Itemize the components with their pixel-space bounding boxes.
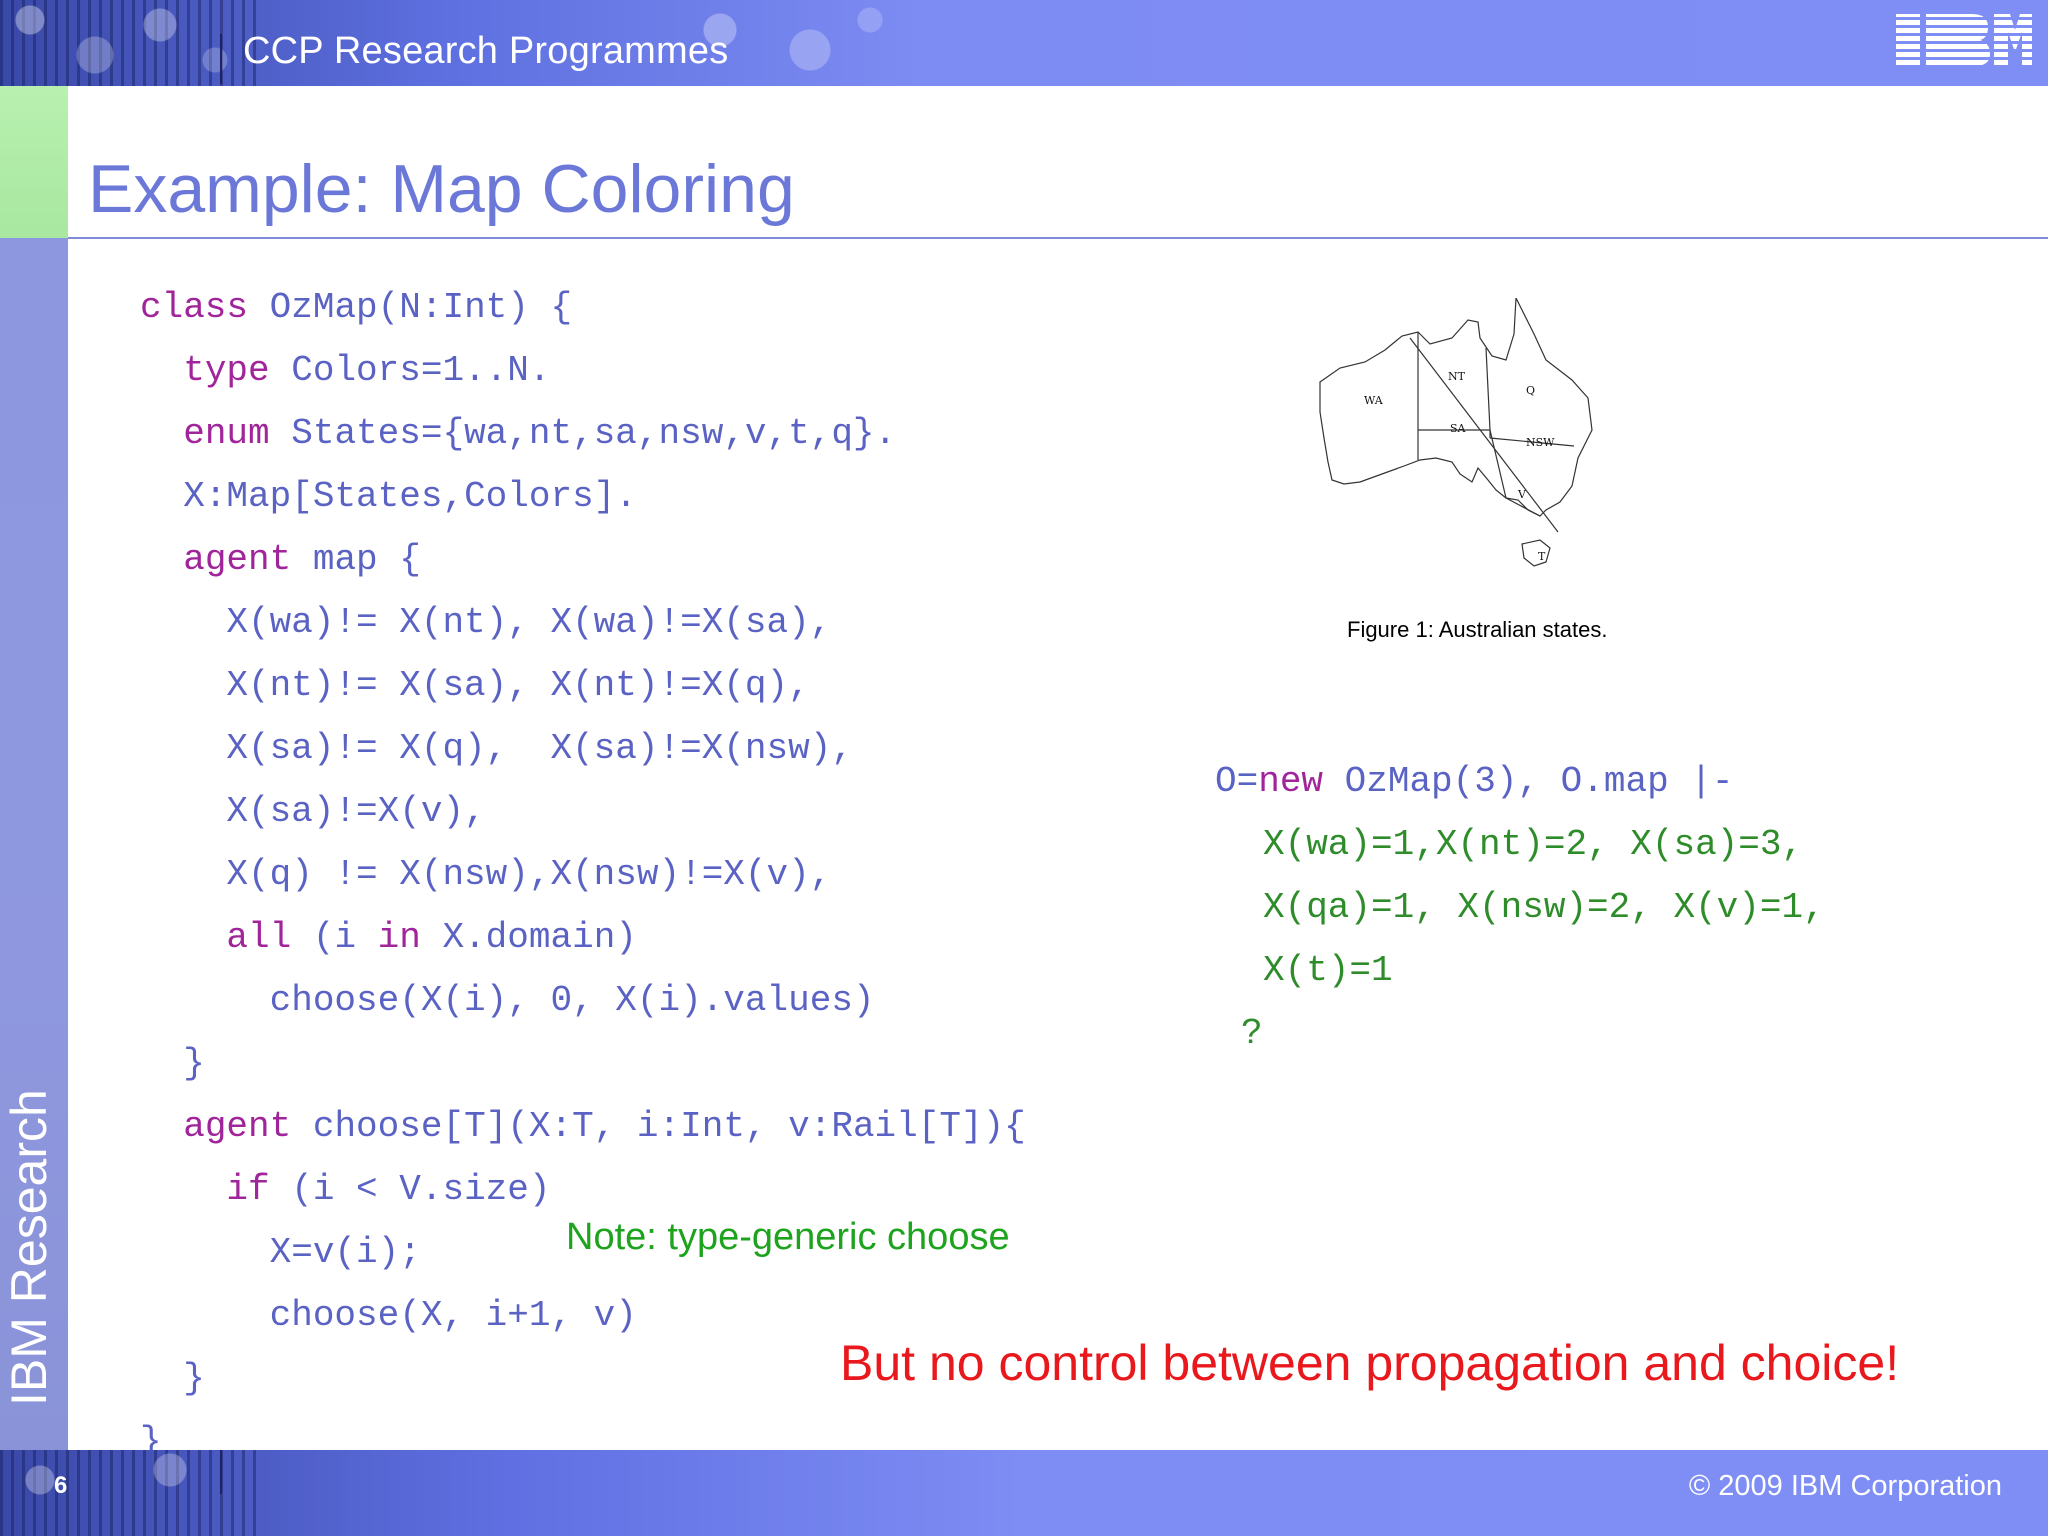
code-text: X(nt)!= X(sa), X(nt)!=X(q),	[226, 665, 810, 706]
code-line: choose(X(i), 0, X(i).values)	[140, 969, 1026, 1032]
code-text: choose[T](X:T, i:Int, v:Rail[T]){	[291, 1106, 1026, 1147]
code-line: type Colors=1..N.	[140, 339, 1026, 402]
code-text: X(q) != X(nsw),X(nsw)!=X(v),	[226, 854, 832, 895]
code-keyword: type	[183, 350, 270, 391]
code-text: (i < V.size)	[269, 1169, 551, 1210]
code-line: agent choose[T](X:T, i:Int, v:Rail[T]){	[140, 1095, 1026, 1158]
code-line: X(sa)!= X(q), X(sa)!=X(nsw),	[140, 717, 1026, 780]
code-line: X(nt)!= X(sa), X(nt)!=X(q),	[140, 654, 1026, 717]
code-text: X(sa)!=X(v),	[226, 791, 486, 832]
label-t: T	[1538, 550, 1546, 563]
query-block: O=new OzMap(3), O.map |- X(wa)=1,X(nt)=2…	[1215, 750, 1825, 1065]
copyright-text: © 2009 IBM Corporation	[1688, 1470, 2002, 1502]
code-block: class OzMap(N:Int) { type Colors=1..N. e…	[140, 276, 1026, 1473]
code-keyword: all	[226, 917, 292, 958]
code-text: map {	[291, 539, 421, 580]
label-nt: NT	[1448, 370, 1466, 383]
header-divider	[220, 34, 222, 84]
page-title: Example: Map Coloring	[88, 151, 795, 227]
code-keyword: agent	[183, 1106, 292, 1147]
query-line-2: X(wa)=1,X(nt)=2, X(sa)=3,	[1263, 824, 1804, 865]
query-text: OzMap(3), O.map |-	[1323, 761, 1734, 802]
australia-outline	[1319, 298, 1593, 517]
code-text: X(wa)!= X(nt), X(wa)!=X(sa),	[226, 602, 832, 643]
code-line: all (i in X.domain)	[140, 906, 1026, 969]
label-wa: WA	[1364, 394, 1384, 407]
border-sa-nsw	[1489, 429, 1507, 499]
query-keyword: new	[1258, 761, 1324, 802]
warning-text: But no control between propagation and c…	[840, 1335, 1900, 1391]
query-line-3: X(qa)=1, X(nsw)=2, X(v)=1,	[1263, 887, 1825, 928]
query-line-4: X(t)=1	[1263, 950, 1393, 991]
code-line: agent map {	[140, 528, 1026, 591]
code-text: }	[183, 1043, 205, 1084]
code-text: X:Map[States,Colors].	[183, 476, 637, 517]
code-keyword: in	[377, 917, 421, 958]
label-v: V	[1517, 488, 1527, 501]
code-line: }	[140, 1032, 1026, 1095]
code-line: X(sa)!=X(v),	[140, 780, 1026, 843]
label-q: Q	[1526, 384, 1535, 397]
query-text: O=	[1215, 761, 1259, 802]
code-keyword: class	[140, 287, 249, 328]
code-line: class OzMap(N:Int) {	[140, 276, 1026, 339]
code-text: choose(X, i+1, v)	[269, 1295, 637, 1336]
label-sa: SA	[1450, 422, 1467, 435]
footer-divider	[220, 1450, 222, 1494]
code-text: }	[183, 1358, 205, 1399]
code-text: X.domain)	[420, 917, 637, 958]
border-nt-q	[1485, 347, 1491, 438]
query-line-1: O=new OzMap(3), O.map |-	[1215, 750, 1825, 813]
left-accent-green	[0, 86, 68, 238]
query-line-5: ?	[1241, 1013, 1263, 1054]
code-line: X(q) != X(nsw),X(nsw)!=X(v),	[140, 843, 1026, 906]
code-text: choose(X(i), 0, X(i).values)	[269, 980, 875, 1021]
code-keyword: agent	[183, 539, 292, 580]
code-text: X(sa)!= X(q), X(sa)!=X(nsw),	[226, 728, 853, 769]
code-line: enum States={wa,nt,sa,nsw,v,t,q}.	[140, 402, 1026, 465]
header-title: CCP Research Programmes	[243, 30, 729, 72]
code-line: X(wa)!= X(nt), X(wa)!=X(sa),	[140, 591, 1026, 654]
australia-map-figure: WA NT Q SA NSW V T	[1319, 298, 1593, 567]
code-keyword: if	[226, 1169, 270, 1210]
sidebar-label: IBM Research	[1, 1089, 57, 1406]
code-line: if (i < V.size)	[140, 1158, 1026, 1221]
code-line: X:Map[States,Colors].	[140, 465, 1026, 528]
ibm-logo-icon	[1896, 14, 2032, 66]
tasmania-outline	[1521, 539, 1551, 567]
title-divider	[68, 237, 2048, 239]
page-number: 6	[54, 1472, 68, 1499]
code-text: OzMap(N:Int) {	[248, 287, 573, 328]
code-text: X=v(i);	[269, 1232, 421, 1273]
note-text: Note: type-generic choose	[566, 1216, 1010, 1258]
code-text: (i	[291, 917, 378, 958]
label-nsw: NSW	[1526, 436, 1555, 449]
code-keyword: enum	[183, 413, 270, 454]
code-text: Colors=1..N.	[269, 350, 551, 391]
header-bar: CCP Research Programmes	[0, 0, 2048, 86]
code-text: States={wa,nt,sa,nsw,v,t,q}.	[269, 413, 897, 454]
footer-bar: 6 © 2009 IBM Corporation	[0, 1450, 2048, 1536]
diagonal-line	[1409, 337, 1559, 533]
figure-caption: Figure 1: Australian states.	[1347, 617, 1608, 642]
